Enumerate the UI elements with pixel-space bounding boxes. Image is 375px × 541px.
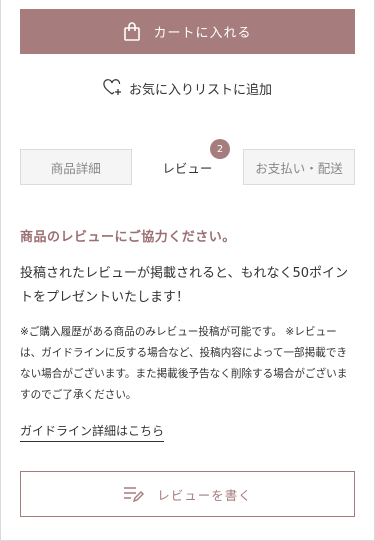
tab-payment-shipping-label: お支払い・配送	[255, 160, 343, 176]
tab-product-details-label: 商品詳細	[50, 160, 101, 176]
shopping-bag-icon	[123, 21, 141, 42]
guideline-link[interactable]: ガイドライン詳細はこちら	[20, 422, 165, 442]
product-tabs: 商品詳細 レビュー お支払い・配送 2	[20, 139, 355, 185]
review-heading: 商品のレビューにご協力ください。	[20, 230, 236, 245]
tab-product-details[interactable]: 商品詳細	[20, 149, 132, 185]
edit-list-icon	[123, 485, 145, 503]
add-to-cart-button[interactable]: カートに入れる	[20, 9, 355, 54]
write-review-button[interactable]: レビューを書く	[20, 471, 355, 517]
review-lead-text: 投稿されたレビューが掲載されると、もれなく50ポイントをプレゼントいたします！	[20, 266, 349, 305]
add-to-favorites-label: お気に入りリストに追加	[128, 82, 272, 98]
review-count-badge: 2	[210, 139, 230, 159]
add-to-cart-label: カートに入れる	[153, 26, 252, 41]
review-note-text: ※ご購入履歴がある商品のみレビュー投稿が可能です。 ※レビューは、ガイドラインに…	[20, 326, 348, 401]
tab-reviews-label: レビュー	[162, 160, 213, 176]
add-to-favorites-link[interactable]: お気に入りリストに追加	[20, 76, 355, 100]
heart-plus-icon	[103, 79, 123, 97]
write-review-label: レビューを書く	[157, 487, 252, 503]
tab-payment-shipping[interactable]: お支払い・配送	[243, 149, 355, 185]
